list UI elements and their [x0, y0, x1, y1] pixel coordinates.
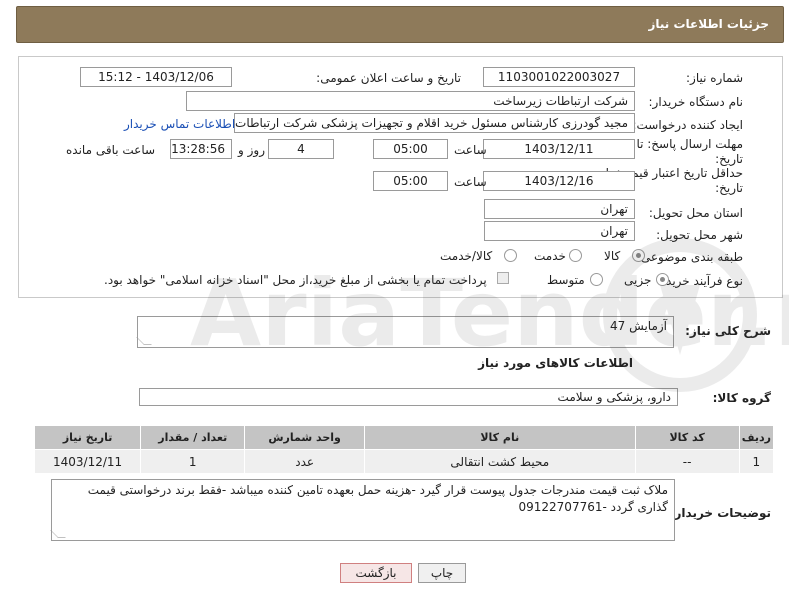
print-button[interactable]: چاپ — [418, 563, 466, 583]
buyer-notes-text: ملاک ثبت قیمت مندرجات جدول پیوست قرار گی… — [87, 483, 668, 514]
cell-goods-name: محیط کشت انتقالی — [363, 449, 636, 474]
creator-label: ایجاد کننده درخواست: — [632, 118, 743, 132]
reply-time-label: ساعت — [454, 143, 487, 157]
category-option-goods: کالا — [604, 249, 621, 263]
treasury-payment-note: پرداخت تمام یا بخشی از مبلغ خرید،از محل … — [104, 273, 487, 287]
buyer-org-label: نام دستگاه خریدار: — [648, 95, 744, 109]
process-option-minor: جزیی — [624, 273, 652, 287]
cell-row-number: 1 — [738, 449, 775, 474]
announce-date-field[interactable]: 1403/12/06 - 15:12 — [80, 67, 232, 87]
goods-table: ردیف کد کالا نام کالا واحد شمارش تعداد /… — [33, 425, 775, 474]
reply-deadline-date-field[interactable]: 1403/12/11 — [483, 139, 635, 159]
buyer-notes-label: توضیحات خریدار: — [669, 506, 771, 520]
remaining-time-label: ساعت باقی مانده — [66, 143, 156, 157]
cell-goods-code: -- — [634, 449, 740, 474]
summary-text: آزمایش 47 — [610, 319, 667, 333]
col-unit: واحد شمارش — [244, 425, 365, 450]
goods-info-title: اطلاعات کالاهای مورد نیاز — [478, 356, 633, 370]
city-label: شهر محل تحویل: — [656, 228, 743, 242]
reply-deadline-date-label: تاریخ: — [715, 152, 743, 166]
process-radio-medium[interactable] — [590, 273, 603, 286]
category-label: طبقه بندی موضوعی: — [636, 250, 743, 264]
col-goods-name: نام کالا — [363, 425, 636, 450]
category-option-service: خدمت — [534, 249, 566, 263]
reply-time-field[interactable]: 05:00 — [373, 139, 448, 159]
creator-field[interactable]: مجید گودرزی کارشناس مسئول خرید اقلام و ت… — [234, 113, 635, 133]
process-radio-minor[interactable] — [656, 273, 669, 286]
buyer-org-field[interactable]: شرکت ارتباطات زیرساخت — [186, 91, 635, 111]
reply-deadline-label: مهلت ارسال پاسخ: تا — [636, 137, 743, 151]
col-row-number: ردیف — [738, 425, 775, 450]
category-option-both: کالا/خدمت — [440, 249, 493, 263]
reply-days-field[interactable]: 4 — [268, 139, 334, 159]
need-number-field[interactable]: 1103001022003027 — [483, 67, 635, 87]
page-header: جزئیات اطلاعات نیاز — [16, 6, 784, 43]
table-row: 1 -- محیط کشت انتقالی عدد 1 1403/12/11 — [33, 449, 775, 474]
goods-table-header: ردیف کد کالا نام کالا واحد شمارش تعداد /… — [33, 425, 775, 450]
price-validity-time-label: ساعت — [454, 175, 487, 189]
price-validity-date-field[interactable]: 1403/12/16 — [483, 171, 635, 191]
back-button[interactable]: بازگشت — [340, 563, 412, 583]
goods-group-field[interactable]: دارو، پزشکی و سلامت — [139, 388, 678, 406]
col-goods-code: کد کالا — [634, 425, 740, 450]
city-field[interactable]: تهران — [484, 221, 635, 241]
category-radio-goods[interactable] — [632, 249, 645, 262]
buyer-contact-link[interactable]: اطلاعات تماس خریدار — [124, 117, 235, 131]
page-title: جزئیات اطلاعات نیاز — [648, 17, 769, 31]
province-label: استان محل تحویل: — [648, 206, 743, 220]
price-validity-time-field[interactable]: 05:00 — [373, 171, 448, 191]
resize-grip-icon[interactable] — [50, 530, 66, 538]
process-option-medium: متوسط — [547, 273, 585, 287]
reply-days-label: روز و — [238, 143, 265, 157]
resize-grip-icon[interactable] — [136, 337, 152, 345]
summary-label: شرح کلی نیاز: — [685, 324, 771, 338]
announce-date-label: تاریخ و ساعت اعلان عمومی: — [316, 71, 461, 85]
remaining-time-field[interactable]: 13:28:56 — [170, 139, 232, 159]
process-label: نوع فرآیند خرید : — [658, 274, 743, 288]
cell-need-date: 1403/12/11 — [33, 449, 142, 474]
col-need-date: تاریخ نیاز — [33, 425, 142, 450]
need-number-label: شماره نیاز: — [686, 71, 743, 85]
col-quantity: تعداد / مقدار — [140, 425, 246, 450]
price-validity-date-label: تاریخ: — [715, 181, 743, 195]
cell-unit: عدد — [244, 449, 365, 474]
treasury-payment-checkbox[interactable] — [497, 272, 509, 284]
category-radio-service[interactable] — [569, 249, 582, 262]
buyer-notes-textarea[interactable]: ملاک ثبت قیمت مندرجات جدول پیوست قرار گی… — [50, 479, 675, 541]
province-field[interactable]: تهران — [484, 199, 635, 219]
cell-quantity: 1 — [140, 449, 246, 474]
goods-group-label: گروه کالا: — [712, 391, 771, 405]
category-radio-both[interactable] — [504, 249, 517, 262]
summary-textarea[interactable]: آزمایش 47 — [136, 316, 674, 348]
